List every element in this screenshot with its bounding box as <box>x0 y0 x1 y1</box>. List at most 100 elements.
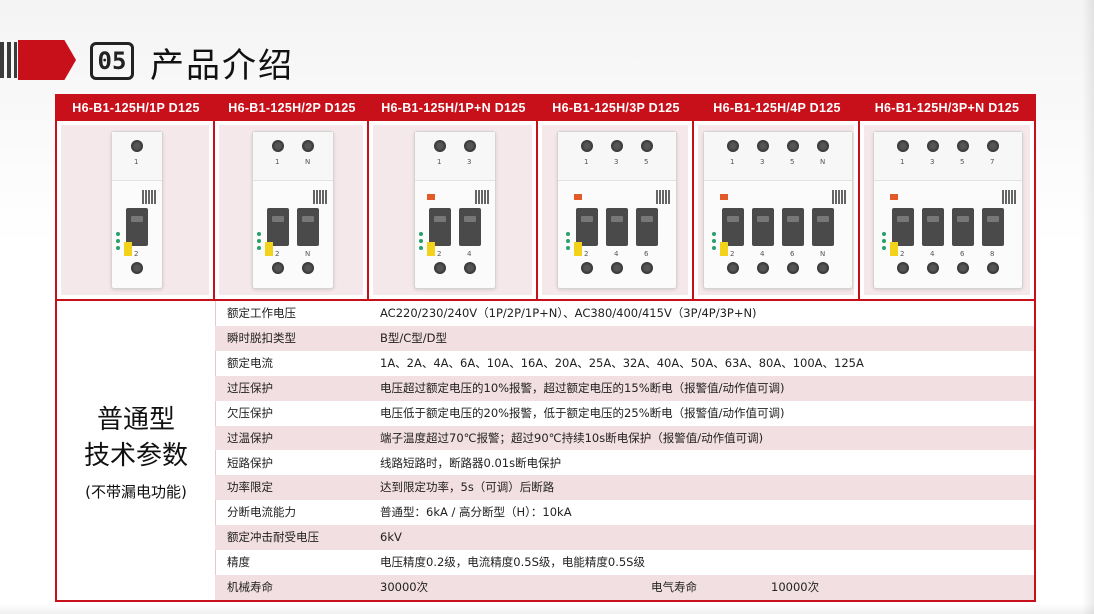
breaker-handle <box>982 208 1004 246</box>
breaker-drawing: 1 2 3 4 5 6 7 8 <box>873 131 1023 289</box>
terminal-screw-icon <box>581 262 593 274</box>
terminal-screw-icon <box>272 140 284 152</box>
product-image-bg: 1 2 3 4 <box>373 125 532 295</box>
param-row: 机械寿命 30000次 电气寿命 10000次 <box>215 575 1034 600</box>
param-value: 电压低于额定电压的20%报警，低于额定电压的25%断电（报警值/动作值可调) <box>380 405 785 420</box>
param-label: 额定工作电压 <box>227 306 296 320</box>
red-arrow-icon <box>18 40 76 80</box>
terminal-screw-icon <box>641 140 653 152</box>
terminal-screw-icon <box>131 140 143 152</box>
param-value: 线路短路时，断路器0.01s断电保护 <box>380 455 562 470</box>
model-name-3: H6-B1-125H/1P+N D125 <box>381 101 526 115</box>
status-led-icon <box>257 246 261 250</box>
orange-indicator <box>890 194 898 200</box>
breaker-top-cover <box>253 132 333 181</box>
product-image-3: 1 2 3 4 <box>369 121 538 299</box>
status-led-icon <box>419 239 423 243</box>
model-name-5: H6-B1-125H/4P D125 <box>713 101 841 115</box>
terminal-screw-icon <box>757 140 769 152</box>
qr-code-icon <box>656 190 670 204</box>
param-label: 机械寿命 <box>227 580 273 595</box>
terminal-label-top: 1 <box>730 158 735 166</box>
product-image-5: 1 2 3 4 5 6 N N <box>694 121 860 299</box>
terminal-screw-icon <box>897 140 909 152</box>
breaker-handle <box>752 208 774 246</box>
page-title: 产品介绍 <box>150 46 294 86</box>
terminal-screw-icon <box>641 262 653 274</box>
param-row: 分断电流能力 普通型：6kA / 高分断型（H）：10kA <box>215 500 1034 525</box>
terminal-screw-icon <box>817 262 829 274</box>
param-label: 额定冲击耐受电压 <box>227 530 319 545</box>
breaker-handle <box>267 208 289 246</box>
model-name-1: H6-B1-125H/1P D125 <box>72 101 200 115</box>
terminal-label-top: 5 <box>644 158 649 166</box>
model-name-2: H6-B1-125H/2P D125 <box>228 101 356 115</box>
param-label: 过压保护 <box>227 380 273 395</box>
param-row: 欠压保护 电压低于额定电压的20%报警，低于额定电压的25%断电（报警值/动作值可… <box>215 401 1034 426</box>
terminal-label-top: 3 <box>760 158 765 166</box>
terminal-screw-icon <box>611 140 623 152</box>
terminal-screw-icon <box>464 140 476 152</box>
param-value: 电压超过额定电压的10%报警，超过额定电压的15%断电（报警值/动作值可调) <box>380 380 785 395</box>
product-image-2: 1 2 N N <box>215 121 369 299</box>
status-led-icon <box>712 232 716 236</box>
param-label: 瞬时脱扣类型 <box>227 330 296 345</box>
breaker-handle <box>459 208 481 246</box>
terminal-label-bottom: 2 <box>900 250 905 258</box>
yellow-indicator <box>427 242 435 256</box>
breaker-handle <box>297 208 319 246</box>
terminal-label-bottom: 4 <box>467 250 472 258</box>
breaker-drawing: 1 2 N N <box>252 131 334 289</box>
product-card: H6-B1-125H/1P D125 H6-B1-125H/2P D125 H6-B… <box>55 94 1036 602</box>
param-value: B型/C型/D型 <box>380 330 448 345</box>
params-subtitle: (不带漏电功能) <box>85 483 187 501</box>
param-value: AC220/230/240V（1P/2P/1P+N）、AC380/400/415… <box>380 306 757 320</box>
breaker-drawing: 12 <box>111 131 163 289</box>
terminal-label-top: N <box>305 158 311 166</box>
breaker-top-cover <box>415 132 495 181</box>
breaker-handle <box>722 208 744 246</box>
terminal-label-top: 3 <box>614 158 619 166</box>
param-label: 额定电流 <box>227 355 273 370</box>
terminal-screw-icon <box>987 262 999 274</box>
terminal-screw-icon <box>817 140 829 152</box>
terminal-screw-icon <box>302 140 314 152</box>
param-value: 端子温度超过70℃报警；超过90℃持续10s断电保护（报警值/动作值可调) <box>380 430 764 445</box>
param-extra-label: 电气寿命 <box>651 580 697 595</box>
orange-indicator <box>574 194 582 200</box>
param-extra-value: 10000次 <box>771 580 820 595</box>
terminal-label-top: 1 <box>275 158 280 166</box>
breaker-handle <box>892 208 914 246</box>
breaker-handle <box>922 208 944 246</box>
status-led-icon <box>566 246 570 250</box>
terminal-label-top: 5 <box>790 158 795 166</box>
param-value: 1A、2A、4A、6A、10A、16A、20A、25A、32A、40A、50A、… <box>380 355 864 370</box>
terminal-label-top: N <box>820 158 826 166</box>
terminal-label-top: 5 <box>960 158 965 166</box>
terminal-screw-icon <box>611 262 623 274</box>
product-image-bg: 12 <box>61 125 209 295</box>
param-row: 过压保护 电压超过额定电压的10%报警，超过额定电压的15%断电（报警值/动作值可… <box>215 375 1034 401</box>
terminal-label-top: 1 <box>584 158 589 166</box>
product-image-1: 12 <box>57 121 215 299</box>
product-image-6: 1 2 3 4 5 6 7 8 <box>860 121 1034 299</box>
param-label: 分断电流能力 <box>227 505 296 520</box>
terminal-label-bottom: 4 <box>930 250 935 258</box>
section-header: 05 产品介绍 <box>0 36 400 86</box>
param-row: 额定电流 1A、2A、4A、6A、10A、16A、20A、25A、32A、40A、… <box>215 351 1034 376</box>
terminal-screw-icon <box>757 262 769 274</box>
param-row: 功率限定 达到限定功率，5s（可调）后断路 <box>215 475 1034 501</box>
param-value: 普通型：6kA / 高分断型（H）：10kA <box>380 505 572 520</box>
params-section: 普通型 技术参数 (不带漏电功能) 额定工作电压 AC220/230/240V（1… <box>57 301 1034 600</box>
terminal-screw-icon <box>464 262 476 274</box>
params-title-line1: 普通型 <box>96 405 175 435</box>
breaker-handle <box>576 208 598 246</box>
terminal-label-bottom: 6 <box>644 250 649 258</box>
product-image-bg: 1 2 3 4 5 6 7 8 <box>864 125 1030 295</box>
terminal-label-bottom: 2 <box>730 250 735 258</box>
param-row: 过温保护 端子温度超过70℃报警；超过90℃持续10s断电保护（报警值/动作值可调… <box>215 425 1034 451</box>
terminal-label-bottom: 4 <box>614 250 619 258</box>
yellow-indicator <box>124 242 132 256</box>
qr-code-icon <box>313 190 327 204</box>
terminal-screw-icon <box>787 140 799 152</box>
